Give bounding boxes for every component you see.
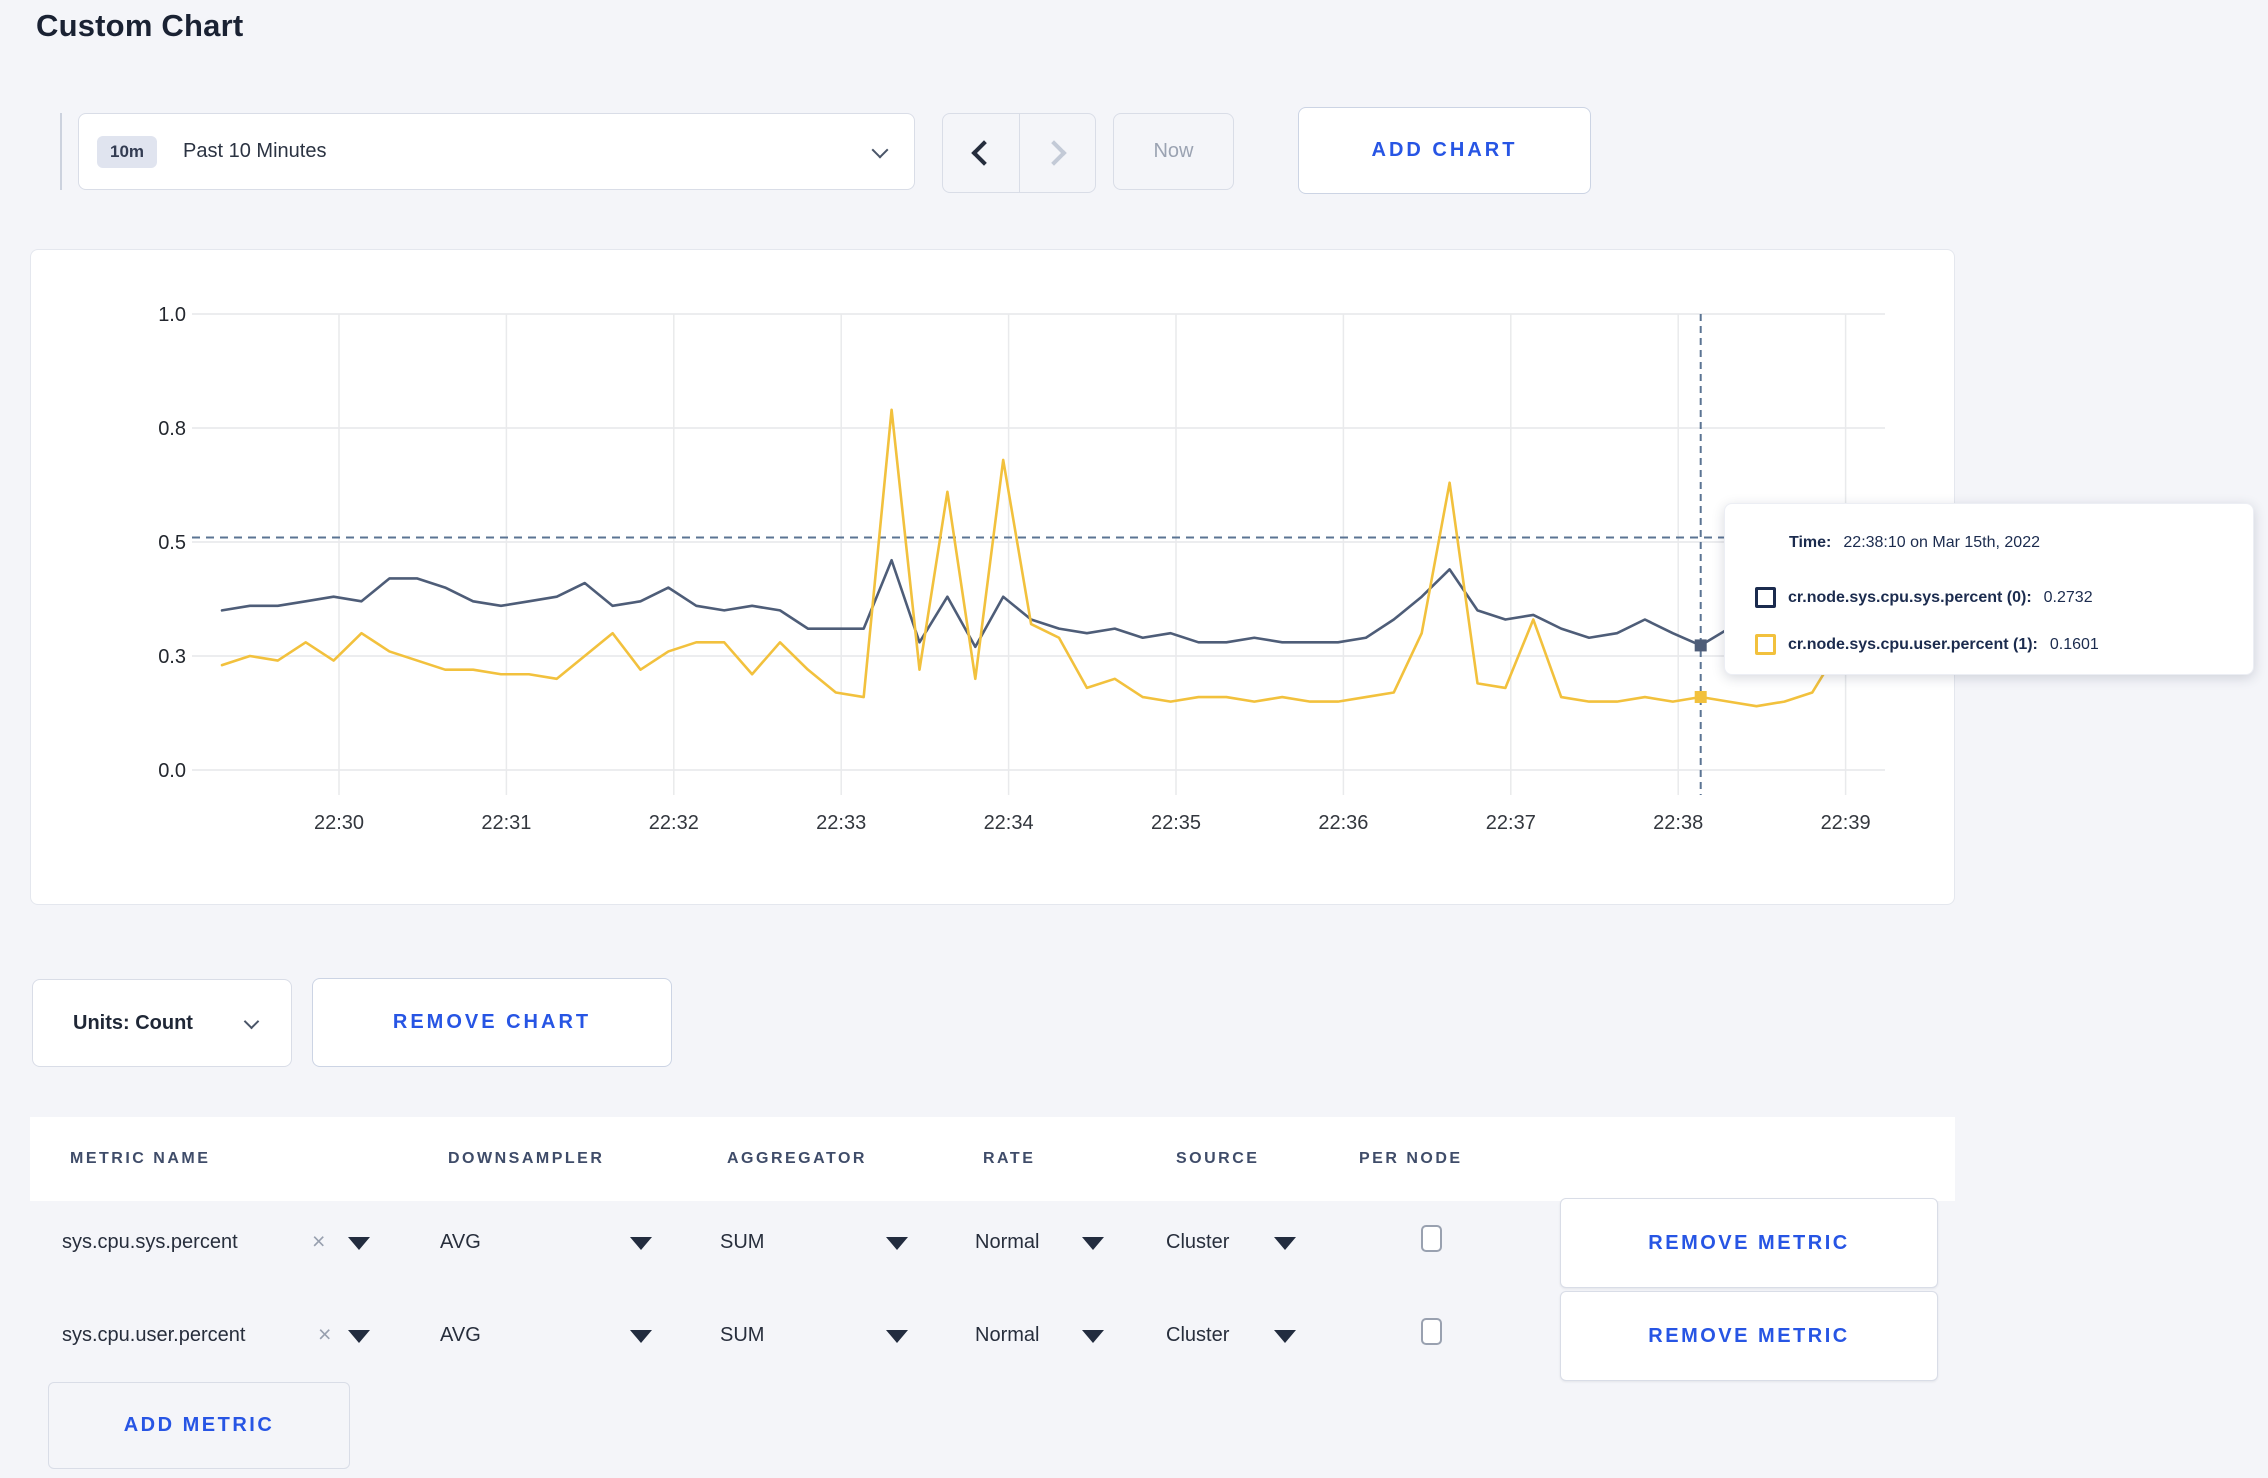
series-swatch-user-icon [1755,634,1776,655]
metric-name-cell[interactable]: sys.cpu.user.percent [62,1324,245,1347]
units-dropdown[interactable]: Units: Count [32,979,292,1067]
units-label: Units: Count [73,1011,193,1034]
time-back-button[interactable] [943,114,1020,192]
aggregator-select[interactable]: SUM [720,1231,764,1254]
remove-chart-button[interactable]: REMOVE CHART [312,978,672,1067]
downsampler-select[interactable]: AVG [440,1231,481,1254]
column-header-aggregator: AGGREGATOR [727,1150,867,1167]
tooltip-series-sys-label: cr.node.sys.cpu.sys.percent (0): [1788,588,2032,606]
page-title: Custom Chart [36,8,244,43]
time-range-badge: 10m [97,135,158,168]
metric-name-caret-icon[interactable] [348,1237,370,1250]
time-forward-button[interactable] [1020,114,1096,192]
now-button[interactable]: Now [1113,113,1234,190]
chart-tooltip: Time: 22:38:10 on Mar 15th, 2022 cr.node… [1724,503,2254,675]
toolbar-divider [60,113,62,190]
source-caret-icon[interactable] [1274,1237,1296,1250]
series-swatch-sys-icon [1755,587,1776,608]
remove-metric-button[interactable]: REMOVE METRIC [1560,1291,1938,1381]
aggregator-select[interactable]: SUM [720,1324,764,1347]
custom-chart-page: Custom Chart 10m Past 10 Minutes Now ADD… [0,0,2268,1478]
add-chart-button[interactable]: ADD CHART [1298,107,1591,194]
rate-caret-icon[interactable] [1082,1237,1104,1250]
time-nav-group [942,113,1096,193]
clear-metric-icon[interactable]: × [318,1321,331,1348]
source-select[interactable]: Cluster [1166,1231,1229,1254]
tooltip-series-user-label: cr.node.sys.cpu.user.percent (1): [1788,635,2038,653]
time-range-label: Past 10 Minutes [183,140,327,162]
column-header-rate: RATE [983,1150,1036,1167]
chevron-down-icon [871,141,889,159]
rate-caret-icon[interactable] [1082,1330,1104,1343]
column-header-source: SOURCE [1176,1150,1260,1167]
source-caret-icon[interactable] [1274,1330,1296,1343]
tooltip-series-sys-value: 0.2732 [2043,588,2093,606]
rate-select[interactable]: Normal [975,1324,1039,1347]
tooltip-time-value: 22:38:10 on Mar 15th, 2022 [1843,534,2040,551]
tooltip-time-label: Time: [1789,534,1832,551]
per-node-checkbox[interactable] [1421,1225,1442,1252]
downsampler-select[interactable]: AVG [440,1324,481,1347]
column-header-downsampler: DOWNSAMPLER [448,1150,605,1167]
clear-metric-icon[interactable]: × [312,1228,325,1255]
per-node-checkbox[interactable] [1421,1318,1442,1345]
chevron-down-icon [243,1013,260,1030]
tooltip-series-user-value: 0.1601 [2049,635,2099,653]
column-header-per-node: PER NODE [1359,1150,1463,1167]
metrics-table-header: METRIC NAME DOWNSAMPLER AGGREGATOR RATE … [30,1117,1955,1201]
remove-metric-button[interactable]: REMOVE METRIC [1560,1198,1938,1288]
time-range-dropdown[interactable]: 10m Past 10 Minutes [78,113,915,190]
source-select[interactable]: Cluster [1166,1324,1229,1347]
add-metric-button[interactable]: ADD METRIC [48,1382,350,1469]
chevron-left-icon [971,140,997,166]
downsampler-caret-icon[interactable] [630,1330,652,1343]
chart-card [30,249,1955,905]
chevron-right-icon [1041,140,1067,166]
rate-select[interactable]: Normal [975,1231,1039,1254]
aggregator-caret-icon[interactable] [886,1237,908,1250]
column-header-metric-name: METRIC NAME [70,1150,211,1167]
metric-name-caret-icon[interactable] [348,1330,370,1343]
metric-name-cell[interactable]: sys.cpu.sys.percent [62,1231,238,1254]
downsampler-caret-icon[interactable] [630,1237,652,1250]
aggregator-caret-icon[interactable] [886,1330,908,1343]
